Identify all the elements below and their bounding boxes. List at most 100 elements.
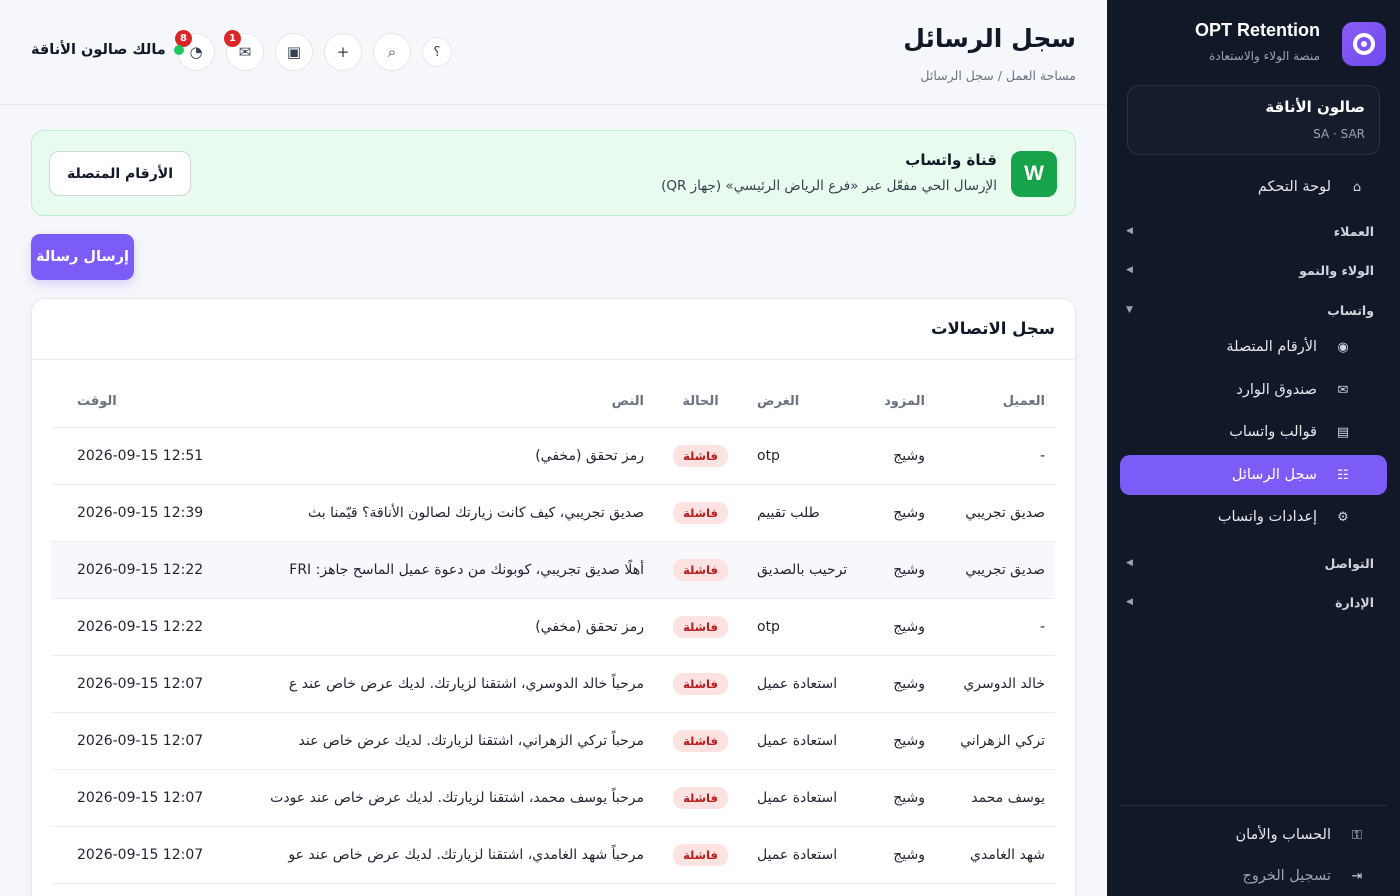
sidebar: OPT Retention منصة الولاء والاستعادة صال…: [1107, 0, 1400, 896]
column-header-status[interactable]: الحالة: [654, 377, 747, 428]
cell-purpose: ترحيب بالصديق: [747, 541, 867, 599]
sidebar-group-communication[interactable]: التواصل ◀: [1126, 552, 1374, 574]
cell-status: فاشلة: [654, 826, 747, 884]
cell-text: رمز تحقق (مخفي): [226, 598, 654, 656]
pie-chart-icon: ◔: [189, 43, 203, 61]
sidebar-item-label: صندوق الوارد: [1236, 382, 1317, 398]
cell-status: فاشلة: [654, 712, 747, 770]
sidebar-group-customers[interactable]: العملاء ◀: [1126, 220, 1374, 242]
connected-numbers-button[interactable]: الأرقام المتصلة: [49, 151, 191, 196]
cell-provider: وشيج: [867, 655, 935, 713]
column-header-time[interactable]: الوقت: [51, 377, 226, 428]
table-row[interactable]: يوسف محمد وشيج استعادة عميل فاشلة مرحباً…: [51, 769, 1055, 827]
sidebar-item-dashboard[interactable]: ⌂ لوحة التحكم: [1120, 167, 1387, 207]
user-menu[interactable]: مالك صالون الأناقة: [31, 42, 184, 58]
sidebar-item-label: قوالب واتساب: [1229, 424, 1317, 440]
table-row[interactable]: صديق تجريبي وشيج ترحيب بالصديق فاشلة أهل…: [51, 541, 1055, 599]
caret-left-icon: ◀: [1126, 558, 1133, 568]
cell-customer: -: [935, 427, 1055, 485]
group-label: الولاء والنمو: [1299, 262, 1374, 278]
plus-icon: +: [336, 43, 350, 61]
sidebar-item-connected-numbers[interactable]: ◉ الأرقام المتصلة: [1120, 327, 1387, 367]
search-icon: ⌕: [387, 43, 397, 61]
cell-time: 2026-09-15 12:07: [51, 655, 226, 713]
cell-time: 2026-09-15 12:07: [51, 826, 226, 884]
cell-time: 2026-09-15 12:07: [51, 712, 226, 770]
table-row[interactable]: - وشيج otp فاشلة رمز تحقق (مخفي) 2026-09…: [51, 427, 1055, 485]
table-row[interactable]: - وشيج otp فاشلة رمز تحقق (مخفي) 2026-09…: [51, 598, 1055, 656]
column-header-provider[interactable]: المزود: [867, 377, 935, 428]
gear-icon: ⚙: [1337, 509, 1349, 525]
online-status-icon: [173, 45, 184, 55]
status-badge: فاشلة: [673, 786, 728, 809]
caret-left-icon: ◀: [1126, 265, 1133, 275]
cell-customer: تركي الزهراني: [935, 712, 1055, 770]
help-button[interactable]: ؟: [422, 37, 452, 67]
whatsapp-channel-banner: W قناة واتساب الإرسال الحي مفعّل عبر «فر…: [31, 130, 1076, 216]
status-badge: فاشلة: [673, 672, 728, 695]
caret-down-icon: ▼: [1126, 305, 1133, 315]
table-row[interactable]: صديق تجريبي وشيج طلب تقييم فاشلة صديق تج…: [51, 484, 1055, 542]
add-button[interactable]: +: [324, 33, 362, 71]
question-icon: ؟: [433, 44, 441, 60]
cell-status: فاشلة: [654, 541, 747, 599]
table-row[interactable]: تركي الزهراني وشيج استعادة عميل فاشلة مر…: [51, 712, 1055, 770]
brand[interactable]: OPT Retention منصة الولاء والاستعادة: [1121, 18, 1386, 70]
mail-icon: ✉: [1337, 382, 1349, 398]
breadcrumb[interactable]: مساحة العمل / سجل الرسائل: [920, 68, 1076, 83]
group-label: العملاء: [1333, 223, 1374, 239]
fullscreen-button[interactable]: ▣: [275, 33, 313, 71]
cell-customer: يوسف محمد: [935, 769, 1055, 827]
sidebar-item-label: لوحة التحكم: [1257, 179, 1331, 195]
sidebar-item-logout[interactable]: ⇥ تسجيل الخروج: [1120, 856, 1387, 896]
table-row[interactable]: شهد الغامدي وشيج استعادة عميل فاشلة مرحب…: [51, 826, 1055, 884]
cell-provider: وشيج: [867, 712, 935, 770]
sidebar-divider: [1120, 805, 1387, 806]
sidebar-item-account[interactable]: ⚿ الحساب والأمان: [1120, 815, 1387, 855]
sidebar-item-label: الأرقام المتصلة: [1226, 339, 1317, 355]
table-header-row: العميل المزود الغرض الحالة النص الوقت: [51, 377, 1055, 428]
cell-customer: خالد الدوسري: [935, 655, 1055, 713]
card-divider: [32, 359, 1075, 360]
messages-badge: 1: [224, 30, 241, 47]
messages-button[interactable]: ✉ 1: [224, 30, 264, 71]
sidebar-item-label: سجل الرسائل: [1231, 467, 1317, 483]
cell-provider: وشيج: [867, 484, 935, 542]
business-switcher[interactable]: صالون الأناقة SA · SAR: [1127, 85, 1380, 155]
column-header-purpose[interactable]: الغرض: [747, 377, 867, 428]
cell-text: صديق تجريبي، كيف كانت زيارتك لصالون الأن…: [226, 484, 654, 542]
sidebar-item-whatsapp-settings[interactable]: ⚙ إعدادات واتساب: [1120, 497, 1387, 537]
cell-text: أهلًا صديق تجريبي، كوبونك من دعوة عميل ا…: [226, 541, 654, 599]
cell-purpose: otp: [747, 427, 867, 485]
status-badge: فاشلة: [673, 501, 728, 524]
cell-provider: وشيج: [867, 769, 935, 827]
cell-purpose: استعادة عميل: [747, 769, 867, 827]
business-meta: SA · SAR: [1313, 127, 1365, 141]
status-badge: فاشلة: [673, 444, 728, 467]
cell-purpose: استعادة عميل: [747, 712, 867, 770]
brand-subtitle: منصة الولاء والاستعادة: [1209, 49, 1320, 63]
cell-customer: صديق تجريبي: [935, 541, 1055, 599]
cell-status: فاشلة: [654, 769, 747, 827]
column-header-customer[interactable]: العميل: [935, 377, 1055, 428]
caret-left-icon: ◀: [1126, 226, 1133, 236]
sidebar-group-admin[interactable]: الإدارة ◀: [1126, 591, 1374, 613]
cell-provider: وشيج: [867, 598, 935, 656]
column-header-text[interactable]: النص: [226, 377, 654, 428]
sidebar-item-message-log[interactable]: ☷ سجل الرسائل: [1120, 455, 1387, 495]
cell-text: مرحباً خالد الدوسري، اشتقنا لزيارتك. لدي…: [226, 655, 654, 713]
caret-left-icon: ◀: [1126, 597, 1133, 607]
brand-name: OPT Retention: [1195, 20, 1320, 40]
search-button[interactable]: ⌕: [373, 33, 411, 71]
cell-customer: شهد الغامدي: [935, 826, 1055, 884]
send-message-button[interactable]: إرسال رسالة: [31, 234, 134, 280]
sidebar-item-inbox[interactable]: ✉ صندوق الوارد: [1120, 370, 1387, 410]
log-table: العميل المزود الغرض الحالة النص الوقت - …: [51, 377, 1055, 884]
status-badge: فاشلة: [673, 615, 728, 638]
sidebar-group-loyalty[interactable]: الولاء والنمو ◀: [1126, 259, 1374, 281]
banner-title: قناة واتساب: [905, 151, 997, 169]
sidebar-group-whatsapp[interactable]: واتساب ▼: [1126, 299, 1374, 321]
cell-time: 2026-09-15 12:39: [51, 484, 226, 542]
sidebar-item-templates[interactable]: ▤ قوالب واتساب: [1120, 412, 1387, 452]
table-row[interactable]: خالد الدوسري وشيج استعادة عميل فاشلة مرح…: [51, 655, 1055, 713]
